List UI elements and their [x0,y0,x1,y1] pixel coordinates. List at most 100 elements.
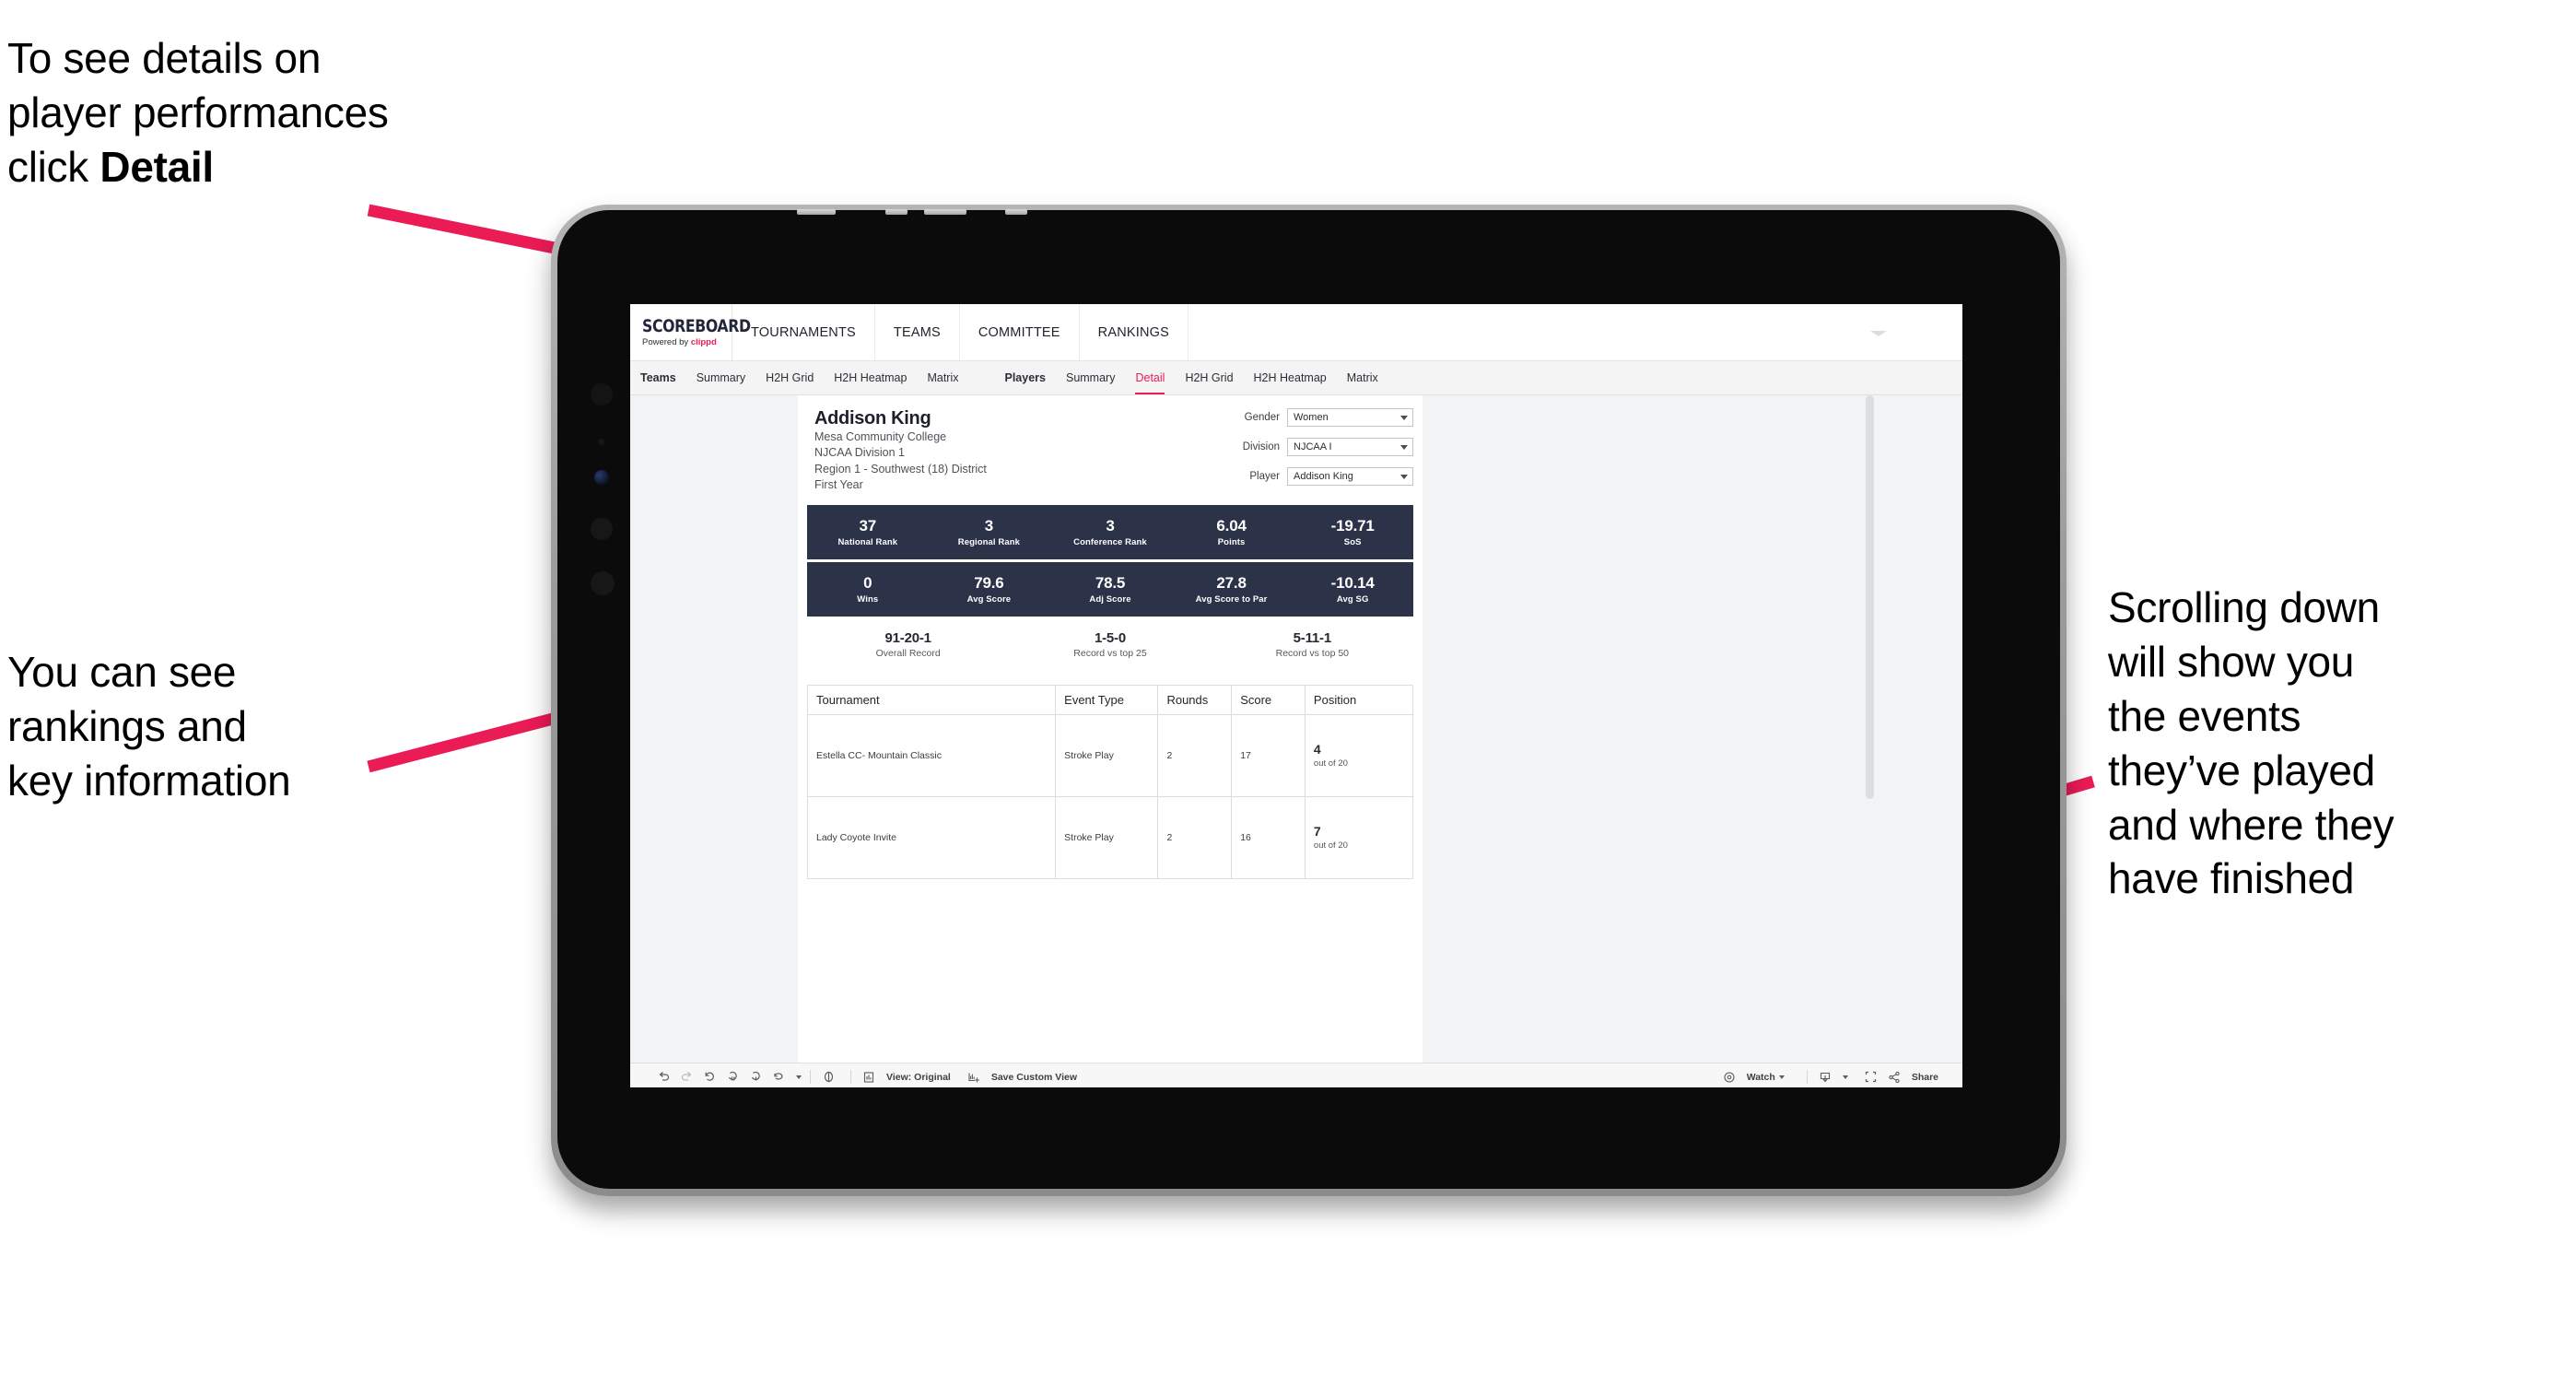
table-row[interactable]: Estella CC- Mountain Classic Stroke Play… [806,714,1414,798]
subnav-players-group: Players Summary Detail H2H Grid H2H Heat… [995,361,1388,394]
record-value: 91-20-1 [884,630,932,646]
view-original-label: View: Original [886,1071,951,1083]
nav-rankings[interactable]: RANKINGS [1080,304,1189,360]
subnav-players-matrix[interactable]: Matrix [1337,361,1388,394]
refresh-data-icon[interactable] [746,1068,765,1086]
stat-value: -19.71 [1330,516,1375,534]
presentation-mode-icon[interactable] [819,1068,837,1086]
logo-title: SCOREBOARD [642,315,751,336]
subnav-teams-h2h-grid[interactable]: H2H Grid [755,361,824,394]
redo-icon[interactable] [677,1068,696,1086]
record-vs-top-50: 5-11-1 Record vs top 50 [1212,630,1413,659]
nav-tournaments[interactable]: TOURNAMENTS [732,304,875,360]
header-event-type[interactable]: Event Type [1055,685,1159,716]
logo-brand: clippd [690,336,717,347]
subnav-teams-h2h-heatmap[interactable]: H2H Heatmap [824,361,917,394]
chevron-down-icon[interactable] [796,1075,802,1079]
cell-tournament: Lady Coyote Invite [806,796,1057,880]
watch-icon [1720,1068,1739,1086]
position-out-of: out of 20 [1313,758,1348,769]
fullscreen-icon[interactable] [1862,1068,1880,1086]
table-row[interactable]: Lady Coyote Invite Stroke Play 2 16 7 ou… [806,796,1414,880]
stat-conference-rank: 3 Conference Rank [1049,517,1171,547]
chevron-down-icon [1778,1075,1785,1079]
player-header: Addison King Mesa Community College NJCA… [798,395,1423,493]
watch-button[interactable]: Watch [1720,1068,1785,1086]
cell-event-type: Stroke Play [1055,796,1159,880]
cell-score: 17 [1231,714,1306,798]
chevron-down-icon [1400,415,1408,420]
save-custom-view-button[interactable]: Save Custom View [965,1068,1077,1086]
app-header: SCOREBOARD Powered by clippd TOURNAMENTS… [630,304,1962,361]
filter-panel: Gender Women Division NJCAA I Player Add… [1218,408,1413,497]
sub-navigation: Teams Summary H2H Grid H2H Heatmap Matri… [630,361,1962,395]
share-button[interactable]: Share [1885,1068,1938,1086]
app-logo[interactable]: SCOREBOARD Powered by clippd [630,304,751,360]
filter-gender: Gender Women [1218,408,1413,427]
front-camera-icon [591,383,613,405]
stat-value: 37 [859,516,877,534]
edge-button[interactable] [1005,209,1027,215]
annotation-left: You can see rankings and key information [7,648,291,805]
pause-auto-update-icon[interactable] [769,1068,788,1086]
logo-subtitle: Powered by clippd [642,338,732,347]
header-tournament[interactable]: Tournament [806,685,1057,716]
subnav-players-summary[interactable]: Summary [1056,361,1125,394]
subnav-players[interactable]: Players [995,361,1056,394]
events-table: Tournament Event Type Rounds Score Posit… [806,685,1414,880]
stat-label: Avg Score to Par [1195,594,1268,605]
filter-division-select[interactable]: NJCAA I [1287,438,1413,456]
view-original-button[interactable]: View: Original [860,1068,951,1086]
header-score[interactable]: Score [1231,685,1306,716]
filter-player: Player Addison King [1218,467,1413,486]
pause-refresh-icon[interactable] [723,1068,742,1086]
stat-label: National Rank [837,537,898,548]
cell-tournament: Estella CC- Mountain Classic [806,714,1057,798]
logo-powered-by: Powered by [642,336,691,347]
subnav-players-h2h-grid[interactable]: H2H Grid [1175,361,1243,394]
stat-national-rank: 37 National Rank [807,517,929,547]
filter-gender-select[interactable]: Women [1287,408,1413,427]
stat-avg-score: 79.6 Avg Score [929,574,1050,605]
chevron-down-icon[interactable] [1870,330,1887,336]
nav-teams[interactable]: TEAMS [875,304,960,360]
revert-icon[interactable] [700,1068,719,1086]
cell-rounds: 2 [1157,796,1233,880]
cell-position: 7 out of 20 [1304,796,1414,880]
events-table-head: Tournament Event Type Rounds Score Posit… [806,685,1414,716]
stat-label: Conference Rank [1073,537,1147,548]
volume-up-button[interactable] [885,209,907,215]
toolbar-right-group: Watch Share [1720,1068,1938,1086]
speaker-icon [591,571,615,595]
record-value: 1-5-0 [1094,630,1126,646]
download-button[interactable] [1816,1068,1848,1086]
subnav-teams[interactable]: Teams [630,361,686,394]
header-rounds[interactable]: Rounds [1157,685,1233,716]
tableau-viz: Addison King Mesa Community College NJCA… [630,395,1962,1063]
record-label: Record vs top 25 [1073,648,1147,660]
power-button[interactable] [797,209,836,215]
annotation-right: Scrolling down will show you the events … [2108,583,2395,903]
subnav-teams-summary[interactable]: Summary [686,361,755,394]
undo-icon[interactable] [654,1068,673,1086]
header-position[interactable]: Position [1304,685,1414,716]
camera-lens-icon [594,470,609,485]
filter-player-select[interactable]: Addison King [1287,467,1413,486]
stat-value: 0 [863,573,872,592]
position-number: 7 [1313,824,1321,840]
subnav-teams-matrix[interactable]: Matrix [917,361,968,394]
volume-down-button[interactable] [924,209,966,215]
subnav-players-detail[interactable]: Detail [1125,361,1175,394]
tableau-toolbar: View: Original Save Custom View Watch Sh… [630,1063,1962,1087]
stat-value: 3 [1106,516,1115,534]
nav-committee[interactable]: COMMITTEE [960,304,1080,360]
position-number: 4 [1313,742,1321,758]
stat-avg-score-to-par: 27.8 Avg Score to Par [1171,574,1293,605]
stat-value: 3 [984,516,994,534]
toolbar-divider [850,1070,851,1084]
viz-vertical-scrollbar[interactable] [1866,395,1874,799]
subnav-teams-group: Teams Summary H2H Grid H2H Heatmap Matri… [630,361,969,394]
header-spacer [1188,304,1962,360]
subnav-players-h2h-heatmap[interactable]: H2H Heatmap [1244,361,1337,394]
stat-points: 6.04 Points [1171,517,1293,547]
